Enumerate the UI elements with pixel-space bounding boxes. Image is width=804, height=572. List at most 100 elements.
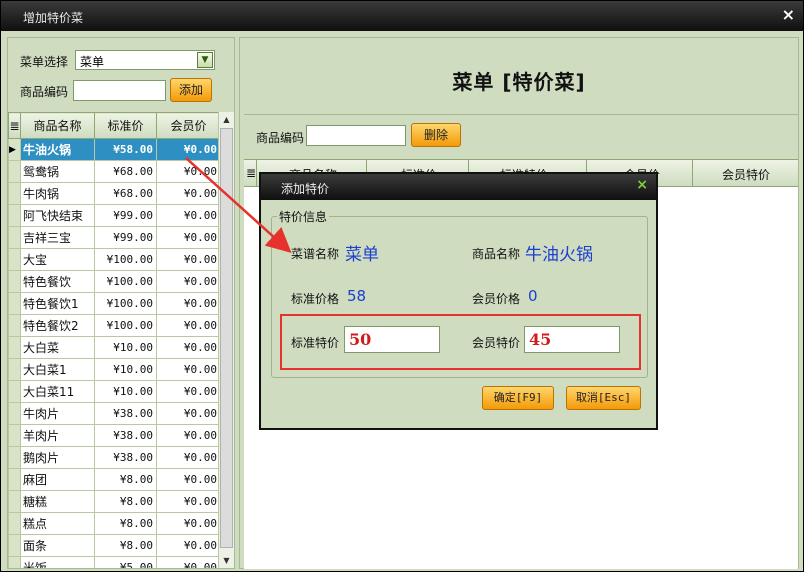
cell-member-price: ¥0.00: [156, 446, 221, 469]
cell-product-name: 特色餐饮2: [20, 314, 95, 337]
table-scrollbar[interactable]: ▲ ▼: [218, 112, 234, 568]
product-name-label: 商品名称: [472, 247, 521, 261]
chevron-down-icon[interactable]: ▼: [197, 52, 213, 68]
row-indicator: [8, 204, 21, 227]
table-row[interactable]: 面条 ¥8.00 ¥0.00: [8, 534, 221, 557]
scroll-up-icon[interactable]: ▲: [219, 112, 234, 127]
table-row[interactable]: 特色餐饮1 ¥100.00 ¥0.00: [8, 292, 221, 315]
cell-standard-price: ¥10.00: [94, 380, 157, 403]
menu-name-value: 菜单: [345, 245, 379, 265]
table-row[interactable]: 糕点 ¥8.00 ¥0.00: [8, 512, 221, 535]
menu-name-label: 菜谱名称: [291, 247, 340, 261]
menu-select-label: 菜单选择: [20, 55, 69, 69]
std-price-value: 58: [347, 287, 367, 305]
cell-member-price: ¥0.00: [156, 336, 221, 359]
cell-member-price: ¥0.00: [156, 402, 221, 425]
table-row[interactable]: 牛肉锅 ¥68.00 ¥0.00: [8, 182, 221, 205]
cell-member-price: ¥0.00: [156, 534, 221, 557]
window-titlebar[interactable]: 增加特价菜 ×: [1, 1, 803, 31]
cell-member-price: ¥0.00: [156, 358, 221, 381]
cell-standard-price: ¥38.00: [94, 402, 157, 425]
cell-member-price: ¥0.00: [156, 424, 221, 447]
cell-standard-price: ¥38.00: [94, 446, 157, 469]
table-row[interactable]: 大白菜1 ¥10.00 ¥0.00: [8, 358, 221, 381]
row-indicator: [8, 512, 21, 535]
member-special-input[interactable]: 45: [524, 326, 620, 353]
cell-product-name: 牛肉片: [20, 402, 95, 425]
row-indicator-header: ≣: [8, 112, 21, 139]
table-row[interactable]: 吉祥三宝 ¥99.00 ¥0.00: [8, 226, 221, 249]
product-code-input[interactable]: [73, 80, 166, 101]
cell-standard-price: ¥10.00: [94, 358, 157, 381]
menu-select-value: 菜单: [80, 55, 105, 69]
cell-product-name: 面条: [20, 534, 95, 557]
table-row[interactable]: 大白菜11 ¥10.00 ¥0.00: [8, 380, 221, 403]
left-panel: 菜单选择 菜单 ▼ 商品编码 添加 ≣ 商品名称 标准价 会员价 ▶ 牛油火锅 ¥5…: [7, 37, 235, 569]
cell-standard-price: ¥100.00: [94, 270, 157, 293]
row-indicator: [8, 182, 21, 205]
cell-standard-price: ¥8.00: [94, 534, 157, 557]
row-indicator: [8, 358, 21, 381]
cell-product-name: 大白菜1: [20, 358, 95, 381]
cell-standard-price: ¥99.00: [94, 226, 157, 249]
dish-table: ≣ 商品名称 标准价 会员价 ▶ 牛油火锅 ¥58.00 ¥0.00 鸳鸯锅 ¥68.00…: [8, 112, 234, 568]
cell-member-price: ¥0.00: [156, 556, 221, 568]
cell-product-name: 牛油火锅: [20, 138, 95, 161]
dialog-titlebar[interactable]: 添加特价 ×: [261, 174, 656, 200]
cell-product-name: 阿飞快结束: [20, 204, 95, 227]
table-row[interactable]: 米饭 ¥5.00 ¥0.00: [8, 556, 221, 568]
row-indicator: [8, 468, 21, 491]
std-special-input[interactable]: 50: [344, 326, 440, 353]
table-row[interactable]: 糖糕 ¥8.00 ¥0.00: [8, 490, 221, 513]
table-row[interactable]: 牛肉片 ¥38.00 ¥0.00: [8, 402, 221, 425]
row-indicator: [8, 248, 21, 271]
table-row[interactable]: 特色餐饮 ¥100.00 ¥0.00: [8, 270, 221, 293]
cell-product-name: 米饭: [20, 556, 95, 568]
row-indicator: [8, 534, 21, 557]
cell-product-name: 大白菜: [20, 336, 95, 359]
close-icon[interactable]: ×: [782, 5, 795, 24]
cell-standard-price: ¥68.00: [94, 160, 157, 183]
delete-button[interactable]: 删除: [411, 123, 461, 147]
table-row[interactable]: 大宝 ¥100.00 ¥0.00: [8, 248, 221, 271]
col-member-price[interactable]: 会员价: [156, 112, 221, 139]
right-code-input[interactable]: [306, 125, 406, 146]
cell-member-price: ¥0.00: [156, 468, 221, 491]
table-row[interactable]: 羊肉片 ¥38.00 ¥0.00: [8, 424, 221, 447]
close-icon[interactable]: ×: [636, 177, 648, 193]
table-row[interactable]: 大白菜 ¥10.00 ¥0.00: [8, 336, 221, 359]
table-row[interactable]: 麻团 ¥8.00 ¥0.00: [8, 468, 221, 491]
table-row[interactable]: 阿飞快结束 ¥99.00 ¥0.00: [8, 204, 221, 227]
scroll-thumb[interactable]: [220, 128, 233, 548]
scroll-down-icon[interactable]: ▼: [219, 553, 234, 568]
cell-product-name: 特色餐饮: [20, 270, 95, 293]
table-row[interactable]: 鹅肉片 ¥38.00 ¥0.00: [8, 446, 221, 469]
cell-product-name: 羊肉片: [20, 424, 95, 447]
row-indicator: [8, 556, 21, 568]
table-row[interactable]: 鸳鸯锅 ¥68.00 ¥0.00: [8, 160, 221, 183]
cell-member-price: ¥0.00: [156, 182, 221, 205]
col-member-special[interactable]: 会员特价: [722, 166, 770, 183]
row-indicator: [8, 380, 21, 403]
table-row[interactable]: ▶ 牛油火锅 ¥58.00 ¥0.00: [8, 138, 221, 161]
col-sep: [692, 160, 693, 188]
cell-product-name: 大白菜11: [20, 380, 95, 403]
add-button[interactable]: 添加: [170, 78, 212, 102]
confirm-button[interactable]: 确定[F9]: [482, 386, 554, 410]
col-standard-price[interactable]: 标准价: [94, 112, 157, 139]
cancel-button[interactable]: 取消[Esc]: [566, 386, 641, 410]
cell-product-name: 牛肉锅: [20, 182, 95, 205]
cell-product-name: 糕点: [20, 512, 95, 535]
row-indicator: [8, 314, 21, 337]
cell-standard-price: ¥100.00: [94, 314, 157, 337]
member-special-label: 会员特价: [472, 336, 521, 350]
cell-product-name: 鸳鸯锅: [20, 160, 95, 183]
cell-product-name: 大宝: [20, 248, 95, 271]
menu-select[interactable]: 菜单 ▼: [75, 50, 215, 70]
col-product-name[interactable]: 商品名称: [20, 112, 95, 139]
row-indicator: [8, 446, 21, 469]
cell-product-name: 吉祥三宝: [20, 226, 95, 249]
table-row[interactable]: 特色餐饮2 ¥100.00 ¥0.00: [8, 314, 221, 337]
row-indicator: [8, 490, 21, 513]
row-indicator-header: ≣: [246, 166, 257, 180]
